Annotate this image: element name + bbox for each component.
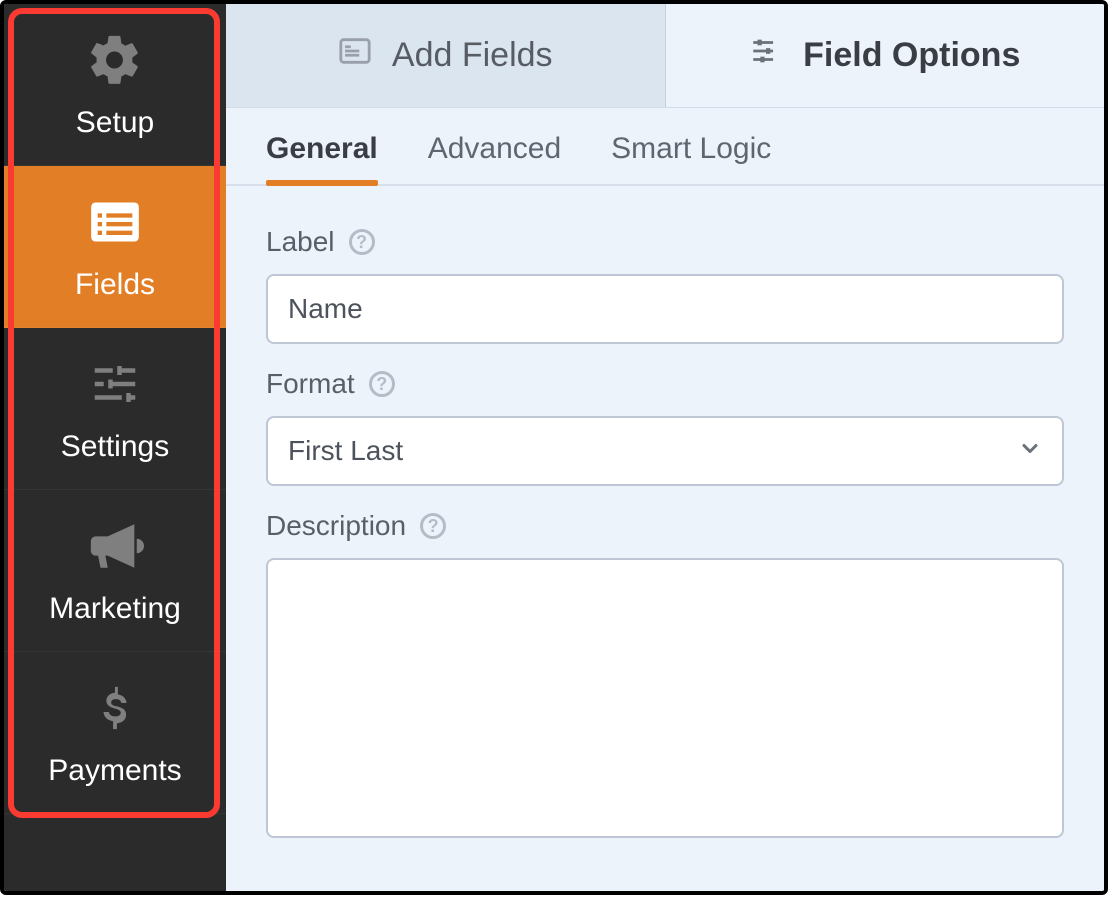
sub-tabs: General Advanced Smart Logic (226, 108, 1104, 186)
app-window: Setup Fields Settings Marketing Payments (0, 0, 1108, 895)
sidebar-item-fields[interactable]: Fields (4, 166, 226, 328)
label-field-label: Label (266, 226, 335, 258)
tab-field-options[interactable]: Field Options (666, 4, 1105, 107)
sidebar-label-payments: Payments (48, 754, 181, 788)
help-icon[interactable]: ? (420, 513, 446, 539)
sidebar: Setup Fields Settings Marketing Payments (4, 4, 226, 891)
sliders-icon (85, 354, 145, 414)
format-field-label: Format (266, 368, 355, 400)
tab-add-fields[interactable]: Add Fields (226, 4, 666, 107)
gear-icon (85, 30, 145, 90)
sidebar-label-settings: Settings (61, 430, 169, 464)
format-select-value: First Last (288, 435, 403, 467)
sub-tab-general[interactable]: General (266, 132, 378, 184)
label-input[interactable] (266, 274, 1064, 344)
sidebar-label-fields: Fields (75, 268, 155, 302)
sidebar-item-settings[interactable]: Settings (4, 328, 226, 490)
sub-tab-smart-logic[interactable]: Smart Logic (611, 132, 771, 184)
add-fields-icon (338, 34, 372, 77)
dollar-icon (85, 678, 145, 738)
field-options-icon (749, 34, 783, 77)
format-select[interactable]: First Last (266, 416, 1064, 486)
tab-add-fields-label: Add Fields (392, 36, 553, 75)
sidebar-item-marketing[interactable]: Marketing (4, 490, 226, 652)
format-field-label-row: Format ? (266, 368, 1064, 400)
sidebar-label-marketing: Marketing (49, 592, 181, 626)
label-group: Label ? (266, 208, 1064, 344)
description-field-label-row: Description ? (266, 510, 1064, 542)
main-panel: Add Fields Field Options General Advance… (226, 4, 1104, 891)
label-field-label-row: Label ? (266, 226, 1064, 258)
format-group: Format ? First Last (266, 350, 1064, 486)
sidebar-item-setup[interactable]: Setup (4, 4, 226, 166)
sub-tab-advanced[interactable]: Advanced (428, 132, 561, 184)
top-tabs: Add Fields Field Options (226, 4, 1104, 108)
help-icon[interactable]: ? (349, 229, 375, 255)
description-textarea[interactable] (266, 558, 1064, 838)
sidebar-item-payments[interactable]: Payments (4, 652, 226, 814)
format-select-wrap: First Last (266, 416, 1064, 486)
description-group: Description ? (266, 492, 1064, 843)
form-fields-icon (85, 192, 145, 252)
form-area: Label ? Format ? First Last (226, 186, 1104, 883)
tab-field-options-label: Field Options (803, 36, 1020, 75)
description-field-label: Description (266, 510, 406, 542)
help-icon[interactable]: ? (369, 371, 395, 397)
sidebar-label-setup: Setup (76, 106, 154, 140)
megaphone-icon (85, 516, 145, 576)
